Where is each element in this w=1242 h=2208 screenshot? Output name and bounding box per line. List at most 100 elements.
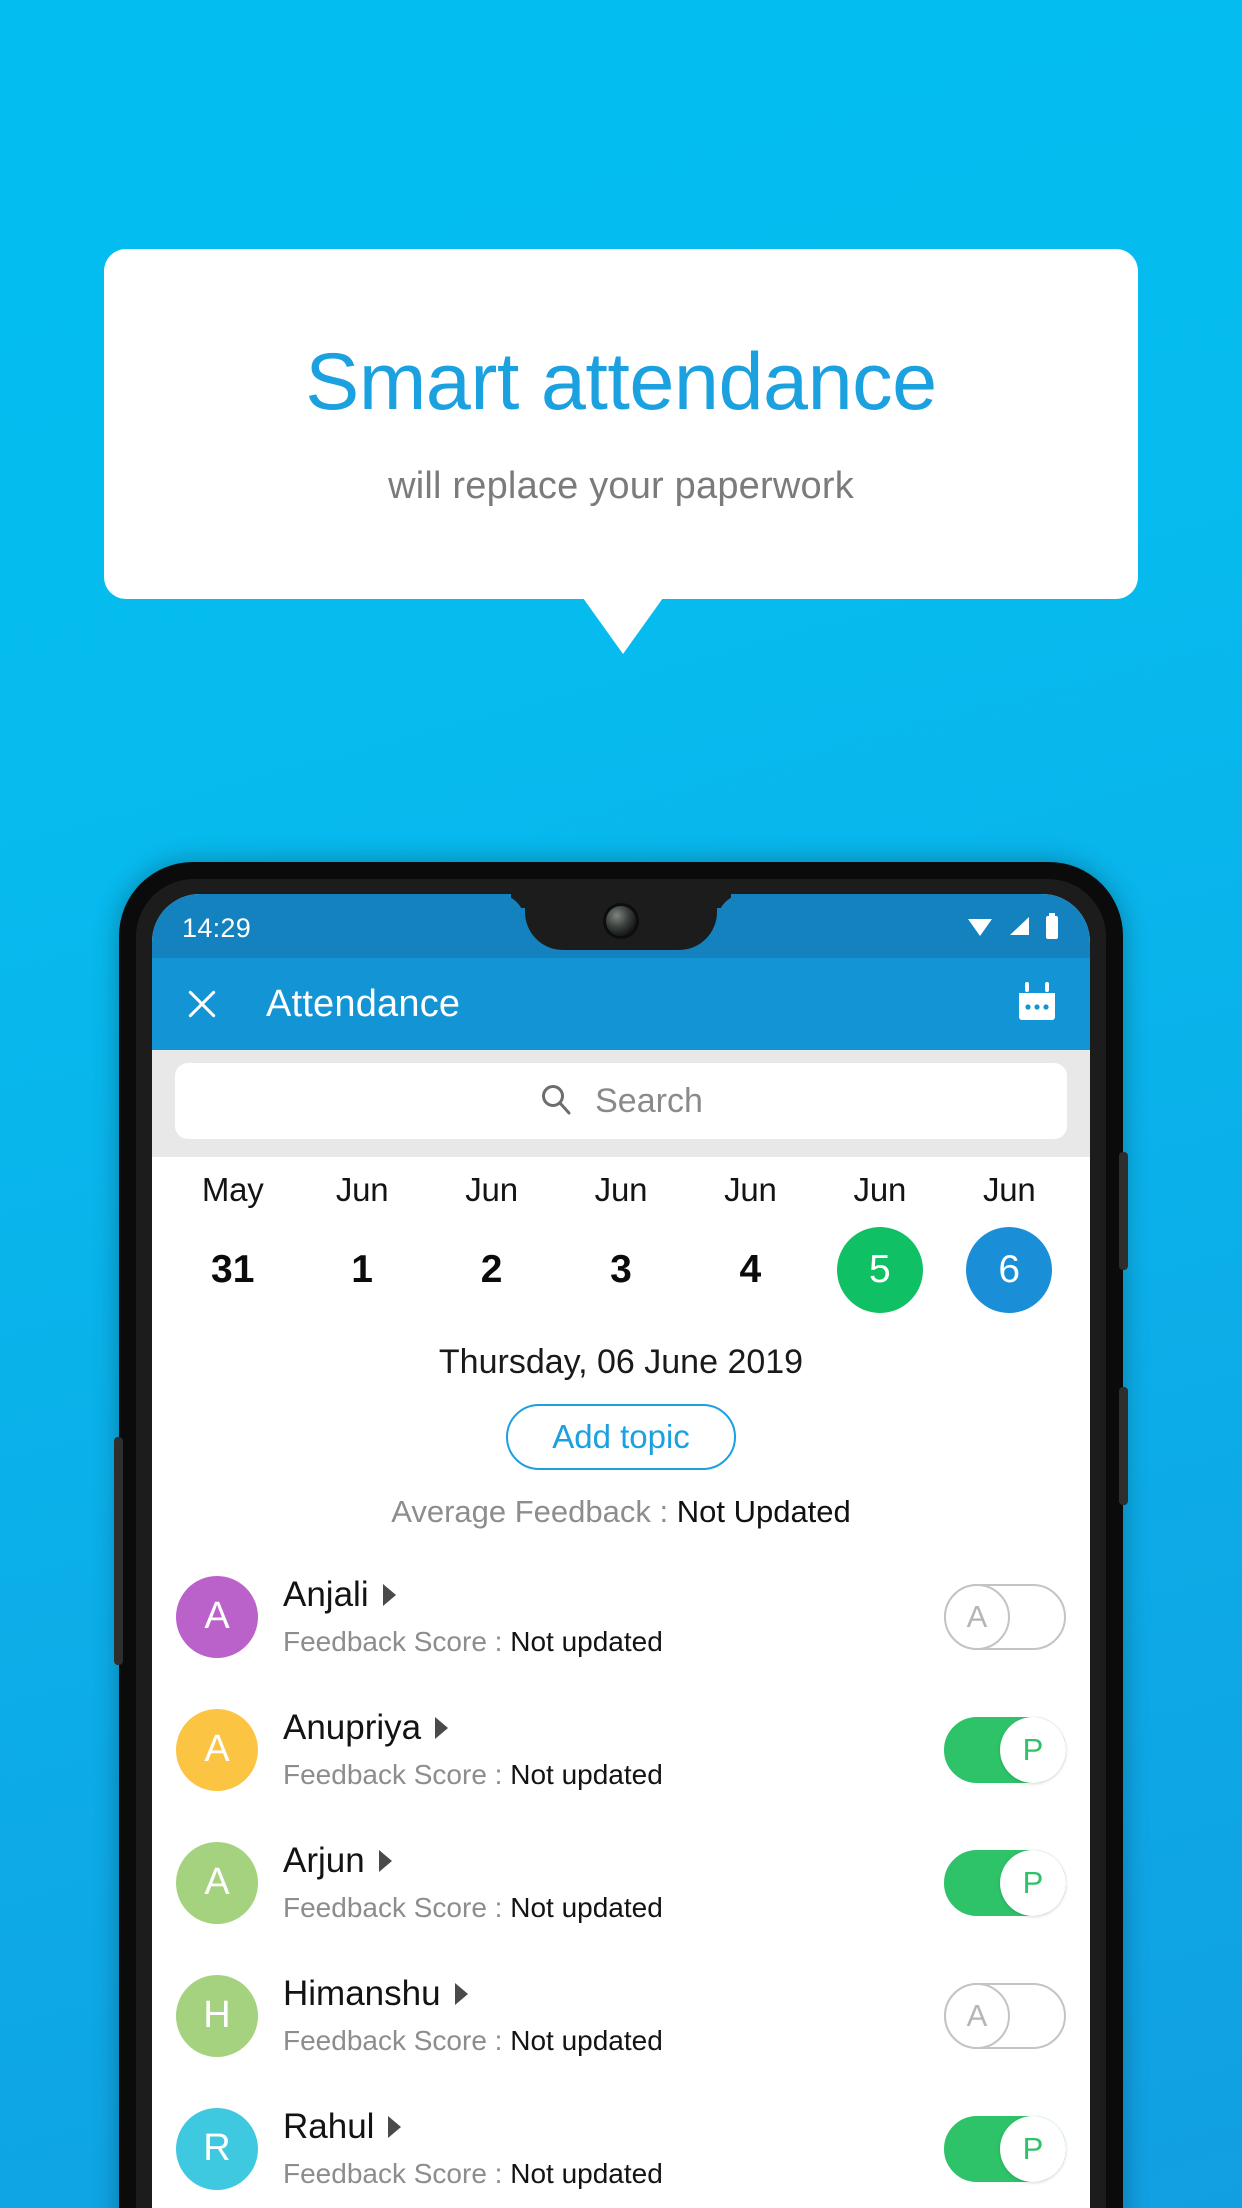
average-feedback-label: Average Feedback : — [391, 1494, 677, 1529]
promo-card: Smart attendance will replace your paper… — [104, 249, 1138, 599]
student-name-row[interactable]: Anjali — [283, 1575, 944, 1615]
front-camera-icon — [606, 906, 636, 936]
add-topic-button[interactable]: Add topic — [506, 1404, 736, 1470]
student-info: Rahul Feedback Score : Not updated — [283, 2107, 944, 2190]
selected-date-label: Thursday, 06 June 2019 — [438, 1343, 804, 1381]
chevron-right-icon[interactable] — [378, 1850, 392, 1872]
chevron-right-icon[interactable] — [454, 1983, 468, 2005]
student-row[interactable]: A Anupriya Feedback Score : Not updated P — [152, 1683, 1090, 1816]
date-day-marker[interactable]: 3 — [578, 1227, 664, 1313]
date-month-label: Jun — [853, 1171, 907, 1208]
student-name: Rahul — [283, 2107, 375, 2146]
feedback-score-label: Feedback Score : — [283, 1892, 511, 1923]
wifi-icon — [966, 915, 994, 942]
attendance-toggle[interactable]: A — [944, 1583, 1066, 1650]
attendance-toggle-knob: P — [1000, 2115, 1066, 2182]
date-day-marker[interactable]: 31 — [190, 1227, 276, 1313]
feedback-score-value: Not updated — [510, 2025, 663, 2056]
date-day-marker[interactable]: 6 — [966, 1227, 1053, 1313]
student-feedback-score: Feedback Score : Not updated — [283, 2158, 944, 2190]
promo-subtitle: will replace your paperwork — [388, 465, 854, 508]
feedback-score-label: Feedback Score : — [283, 2025, 511, 2056]
student-info: Anjali Feedback Score : Not updated — [283, 1575, 944, 1658]
average-feedback: Average Feedback : Not Updated — [152, 1494, 1090, 1530]
app-bar: Attendance — [152, 958, 1090, 1050]
date-day-number: 4 — [739, 1248, 762, 1291]
student-row[interactable]: R Rahul Feedback Score : Not updated P — [152, 2082, 1090, 2208]
avatar: A — [176, 1708, 258, 1791]
attendance-toggle[interactable]: A — [944, 1982, 1066, 2049]
student-row[interactable]: H Himanshu Feedback Score : Not updated A — [152, 1949, 1090, 2082]
chevron-right-icon[interactable] — [388, 2116, 402, 2138]
date-cell[interactable]: Jun 5 — [815, 1171, 944, 1313]
student-feedback-score: Feedback Score : Not updated — [283, 2025, 944, 2057]
feedback-score-value: Not updated — [510, 1892, 663, 1923]
student-info: Arjun Feedback Score : Not updated — [283, 1841, 944, 1924]
date-day-marker[interactable]: 5 — [836, 1227, 923, 1313]
date-day-number: 31 — [211, 1248, 255, 1291]
date-day-number: 6 — [998, 1248, 1021, 1291]
student-info: Himanshu Feedback Score : Not updated — [283, 1974, 944, 2057]
attendance-toggle[interactable]: P — [944, 2115, 1066, 2182]
search-input[interactable]: Search — [175, 1063, 1067, 1139]
chevron-right-icon[interactable] — [435, 1717, 449, 1739]
student-name-row[interactable]: Arjun — [283, 1841, 944, 1881]
battery-icon — [1044, 912, 1060, 944]
date-day-number: 2 — [480, 1248, 503, 1291]
date-cell[interactable]: May 31 — [168, 1171, 297, 1313]
chevron-right-icon[interactable] — [382, 1584, 396, 1606]
date-cell[interactable]: Jun 4 — [686, 1171, 815, 1313]
avatar: H — [176, 1974, 258, 2057]
avatar: R — [176, 2107, 258, 2190]
student-row[interactable]: A Anjali Feedback Score : Not updated A — [152, 1550, 1090, 1683]
date-month-label: Jun — [982, 1171, 1036, 1208]
date-month-label: Jun — [724, 1171, 777, 1208]
attendance-toggle-knob: P — [1000, 1716, 1066, 1783]
student-name-row[interactable]: Anupriya — [283, 1708, 944, 1748]
status-bar-clock: 14:29 — [182, 912, 252, 943]
phone-screen: 14:29 Attendance Search May 31 Jun 1 Jun… — [152, 894, 1090, 2208]
signal-icon — [1007, 915, 1031, 942]
promo-title: Smart attendance — [305, 336, 937, 427]
date-month-label: Jun — [594, 1171, 648, 1208]
attendance-toggle[interactable]: P — [944, 1716, 1066, 1783]
date-cell[interactable]: Jun 3 — [556, 1171, 685, 1313]
status-bar: 14:29 — [152, 894, 1090, 958]
add-topic-row: Add topic — [152, 1404, 1090, 1470]
phone-left-side-button[interactable] — [114, 1437, 123, 1665]
date-cell[interactable]: Jun 6 — [945, 1171, 1074, 1313]
student-list: A Anjali Feedback Score : Not updated A A Anu… — [152, 1550, 1090, 2208]
student-row[interactable]: A Arjun Feedback Score : Not updated P — [152, 1816, 1090, 1949]
feedback-score-value: Not updated — [510, 1626, 663, 1657]
date-day-marker[interactable]: 1 — [319, 1227, 405, 1313]
date-month-label: Jun — [335, 1171, 389, 1208]
page-title: Attendance — [266, 982, 461, 1025]
date-day-marker[interactable]: 4 — [707, 1227, 793, 1313]
student-name-row[interactable]: Himanshu — [283, 1974, 944, 2014]
date-day-marker[interactable]: 2 — [449, 1227, 535, 1313]
feedback-score-value: Not updated — [510, 2158, 663, 2189]
feedback-score-label: Feedback Score : — [283, 1626, 511, 1657]
date-month-label: May — [201, 1171, 264, 1208]
date-day-number: 1 — [351, 1248, 373, 1291]
student-info: Anupriya Feedback Score : Not updated — [283, 1708, 944, 1791]
date-cell[interactable]: Jun 1 — [297, 1171, 426, 1313]
phone-power-button[interactable] — [1119, 1387, 1128, 1505]
attendance-toggle[interactable]: P — [944, 1849, 1066, 1916]
student-name: Arjun — [283, 1841, 365, 1880]
promo-card-tail — [583, 598, 663, 654]
attendance-toggle-knob: A — [944, 1583, 1010, 1650]
date-cell[interactable]: Jun 2 — [427, 1171, 556, 1313]
phone-volume-button[interactable] — [1119, 1152, 1128, 1270]
student-feedback-score: Feedback Score : Not updated — [283, 1759, 944, 1791]
avatar: A — [176, 1841, 258, 1924]
search-placeholder-text: Search — [595, 1081, 703, 1120]
close-icon[interactable] — [182, 984, 222, 1024]
phone-notch — [525, 894, 717, 950]
student-name-row[interactable]: Rahul — [283, 2107, 944, 2147]
calendar-icon[interactable] — [1014, 979, 1060, 1030]
student-feedback-score: Feedback Score : Not updated — [283, 1892, 944, 1924]
search-icon — [539, 1082, 573, 1121]
avatar: A — [176, 1575, 258, 1658]
average-feedback-value: Not Updated — [676, 1494, 851, 1529]
